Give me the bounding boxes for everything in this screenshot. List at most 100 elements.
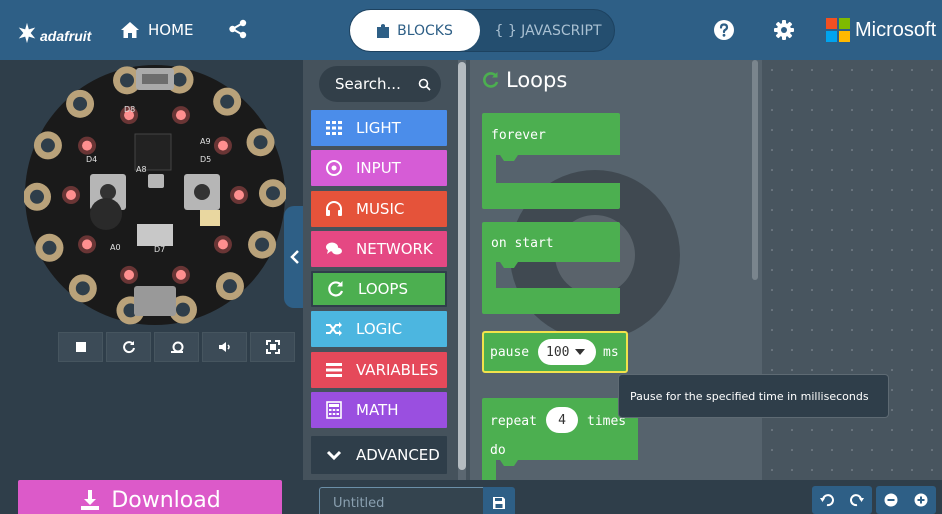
editor-mode-toggle: BLOCKS { } JAVASCRIPT xyxy=(349,9,615,52)
download-button[interactable]: Download xyxy=(18,480,282,514)
zoom-out-icon xyxy=(884,493,898,507)
svg-text:D5: D5 xyxy=(200,155,211,164)
block-tooltip: Pause for the specified time in millisec… xyxy=(618,374,889,418)
board-pad-hole xyxy=(75,281,90,296)
category-label: LIGHT xyxy=(356,119,401,137)
category-advanced[interactable]: ADVANCED xyxy=(311,436,447,475)
download-icon xyxy=(81,490,100,510)
svg-text:D7: D7 xyxy=(154,245,165,254)
dropdown-arrow-icon xyxy=(575,349,586,355)
grid-icon xyxy=(324,118,344,138)
pause-unit-label: ms xyxy=(603,345,619,360)
microsoft-logo[interactable]: Microsoft xyxy=(826,18,936,42)
svg-text:A8: A8 xyxy=(136,165,147,174)
fullscreen-button[interactable] xyxy=(250,332,295,362)
microsoft-windows-icon xyxy=(826,18,850,42)
simulator-controls xyxy=(58,332,298,362)
gear-icon[interactable] xyxy=(773,19,795,41)
category-label: INPUT xyxy=(356,159,401,178)
reset-button-icon[interactable] xyxy=(148,174,164,188)
snail-icon xyxy=(170,341,183,353)
board-pad-hole xyxy=(40,138,55,153)
category-label: NETWORK xyxy=(356,239,433,258)
home-label: HOME xyxy=(148,21,194,39)
category-loops[interactable]: LOOPS xyxy=(311,271,447,308)
undo-button[interactable] xyxy=(812,486,842,514)
board-pad-hole xyxy=(220,94,235,109)
flyout-scrollbar[interactable] xyxy=(752,60,758,280)
adafruit-logo[interactable]: adafruit xyxy=(16,16,91,44)
chevron-left-icon xyxy=(290,250,299,264)
microsoft-label: Microsoft xyxy=(855,18,937,41)
zoom-out-button[interactable] xyxy=(876,486,906,514)
circuit-playground-board[interactable]: D8 D4 D5 D7 A0 A9 A8 xyxy=(24,64,286,326)
svg-text:A9: A9 xyxy=(200,137,211,146)
board-pad-hole xyxy=(255,237,270,252)
category-variables[interactable]: VARIABLES xyxy=(311,351,447,388)
category-input[interactable]: INPUT xyxy=(311,150,447,187)
board-pad-hole xyxy=(222,279,237,294)
restart-icon xyxy=(122,341,135,354)
category-light[interactable]: LIGHT xyxy=(311,110,447,146)
project-name-input[interactable]: Untitled xyxy=(319,487,483,514)
category-music[interactable]: MUSIC xyxy=(311,190,447,227)
neopixel-led xyxy=(217,140,228,151)
board-pad-hole xyxy=(73,96,88,111)
neopixel-led xyxy=(217,239,228,250)
repeat-block-label: repeat xyxy=(490,414,537,429)
restart-button[interactable] xyxy=(106,332,151,362)
toolbox: Search... LIGHT INPUT MUSIC NETWORK LOOP… xyxy=(303,60,470,480)
puzzle-piece-icon xyxy=(377,23,390,38)
editor-toolbar: Untitled xyxy=(303,480,942,514)
blocks-label: BLOCKS xyxy=(397,22,453,39)
calculator-icon xyxy=(324,400,344,420)
stop-button[interactable] xyxy=(58,332,103,362)
board-pad-hole xyxy=(265,186,280,201)
help-icon[interactable] xyxy=(713,19,735,41)
board-pad-hole xyxy=(42,240,57,255)
flyout-title: Loops xyxy=(506,68,568,92)
pause-duration-dropdown[interactable]: 100 xyxy=(538,339,596,365)
speaker-icon xyxy=(218,342,230,352)
share-icon[interactable] xyxy=(228,19,248,39)
toolbox-scrollbar-thumb[interactable] xyxy=(458,62,466,470)
save-button[interactable] xyxy=(483,487,515,514)
svg-text:D4: D4 xyxy=(86,155,97,164)
brand-name: adafruit xyxy=(40,28,92,44)
category-logic[interactable]: LOGIC xyxy=(311,311,447,348)
neopixel-led xyxy=(82,140,93,151)
repeat-count-input[interactable]: 4 xyxy=(546,407,578,433)
category-math[interactable]: MATH xyxy=(311,392,447,429)
stop-icon xyxy=(75,342,86,352)
zoom-in-button[interactable] xyxy=(906,486,936,514)
toolbox-search-input[interactable]: Search... xyxy=(319,66,441,102)
top-bar: adafruit HOME BLOCKS { } JAVASCRIPT Micr… xyxy=(0,0,942,60)
chat-icon xyxy=(324,239,344,259)
redo-icon xyxy=(850,494,864,507)
fullscreen-icon xyxy=(265,340,280,354)
search-icon xyxy=(418,78,431,91)
javascript-tab[interactable]: { } JAVASCRIPT xyxy=(480,10,616,51)
blocks-tab[interactable]: BLOCKS xyxy=(350,10,480,51)
home-button[interactable]: HOME xyxy=(120,18,194,42)
on-start-block-label: on start xyxy=(491,236,554,251)
tooltip-text: Pause for the specified time in millisec… xyxy=(630,389,869,403)
search-placeholder: Search... xyxy=(335,75,401,93)
undo-icon xyxy=(820,494,834,507)
neopixel-led xyxy=(175,269,186,280)
mute-button[interactable] xyxy=(202,332,247,362)
repeat-count-value: 4 xyxy=(558,412,566,428)
pause-block-label: pause xyxy=(490,345,530,360)
list-icon xyxy=(324,360,344,380)
chevron-down-icon xyxy=(324,445,344,465)
javascript-label: { } JAVASCRIPT xyxy=(494,22,602,39)
flyout-heading: Loops xyxy=(482,68,567,92)
neopixel-led xyxy=(175,110,186,121)
category-network[interactable]: NETWORK xyxy=(311,230,447,267)
svg-text:A0: A0 xyxy=(110,243,121,252)
home-icon xyxy=(121,22,139,38)
category-label: VARIABLES xyxy=(356,360,439,379)
project-name-placeholder: Untitled xyxy=(333,495,385,511)
redo-button[interactable] xyxy=(842,486,872,514)
slow-motion-button[interactable] xyxy=(154,332,199,362)
